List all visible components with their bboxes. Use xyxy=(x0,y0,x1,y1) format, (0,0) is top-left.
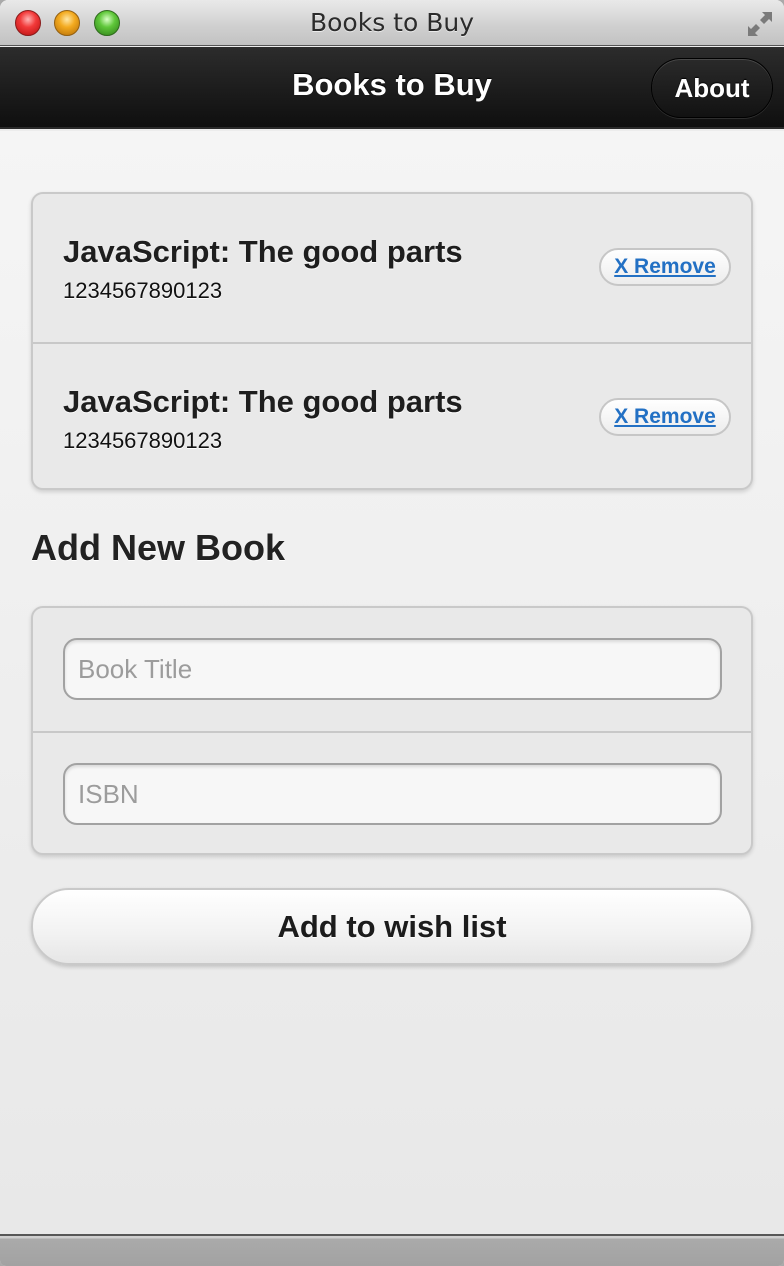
add-book-form xyxy=(31,606,753,855)
main-content: JavaScript: The good parts 1234567890123… xyxy=(0,131,784,1234)
window-title: Books to Buy xyxy=(309,8,475,37)
book-title: JavaScript: The good parts xyxy=(63,234,463,269)
book-list-item: JavaScript: The good parts 1234567890123… xyxy=(33,342,751,488)
remove-book-button[interactable]: X Remove xyxy=(599,398,731,436)
form-row-isbn xyxy=(33,731,751,853)
navigation-bar: Books to Buy About xyxy=(0,47,784,129)
book-list-item: JavaScript: The good parts 1234567890123… xyxy=(33,194,751,342)
book-title: JavaScript: The good parts xyxy=(63,384,463,419)
app-window: Books to Buy Books to Buy About JavaScri… xyxy=(0,0,784,1266)
book-title-input[interactable] xyxy=(63,638,722,700)
book-isbn: 1234567890123 xyxy=(63,428,223,453)
book-isbn: 1234567890123 xyxy=(63,278,223,303)
add-to-wish-list-button[interactable]: Add to wish list xyxy=(31,888,753,965)
window-bottom-bar xyxy=(0,1234,784,1266)
form-row-title xyxy=(33,608,751,731)
fullscreen-icon[interactable] xyxy=(746,10,774,38)
add-book-heading: Add New Book xyxy=(31,527,286,568)
isbn-input[interactable] xyxy=(63,763,722,825)
book-list: JavaScript: The good parts 1234567890123… xyxy=(31,192,753,490)
window-titlebar[interactable]: Books to Buy xyxy=(0,0,784,46)
remove-book-button[interactable]: X Remove xyxy=(599,248,731,286)
about-button[interactable]: About xyxy=(651,58,773,118)
